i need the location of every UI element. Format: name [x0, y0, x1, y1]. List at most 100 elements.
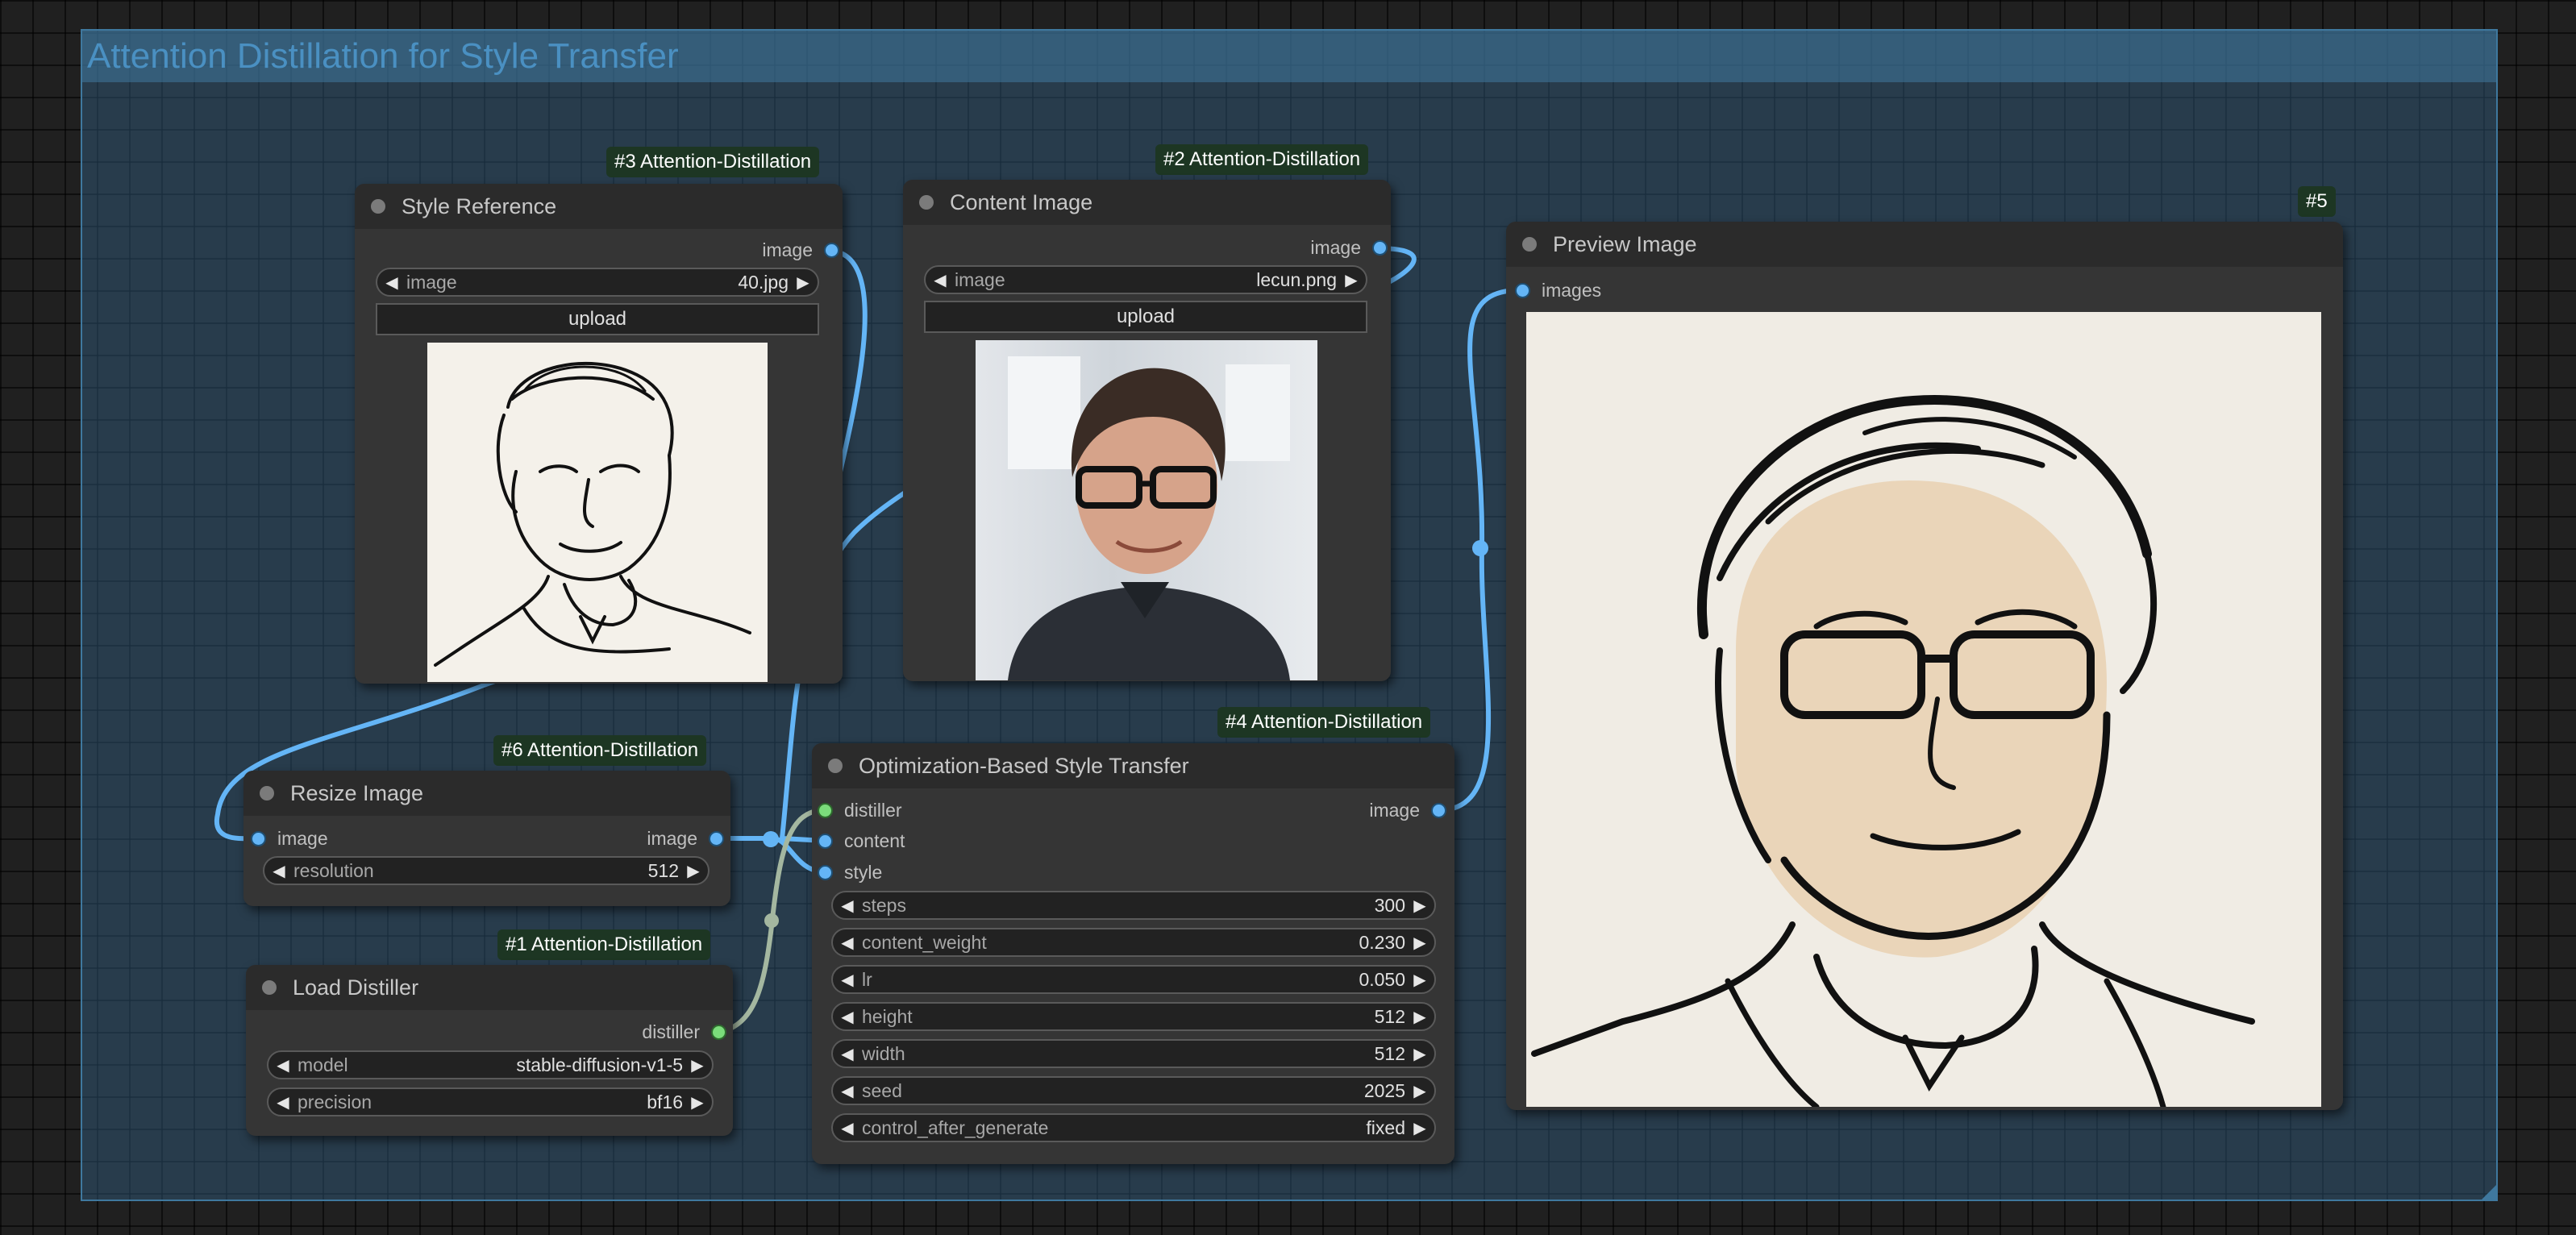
increment-arrow-icon[interactable]: ▶ [1405, 1007, 1434, 1027]
resolution-widget[interactable]: ◀ resolution 512 ▶ [263, 856, 710, 885]
steps-widget[interactable]: ◀ steps 300 ▶ [831, 891, 1436, 920]
image-combo[interactable]: ◀ image lecun.png ▶ [924, 265, 1367, 294]
collapse-dot[interactable] [828, 759, 843, 773]
decrement-arrow-icon[interactable]: ◀ [833, 1044, 862, 1064]
slot-label: distiller [642, 1021, 700, 1042]
node-title-bar[interactable]: Style Reference [355, 184, 843, 229]
decrement-arrow-icon[interactable]: ◀ [833, 896, 862, 916]
decrement-arrow-icon[interactable]: ◀ [926, 270, 955, 290]
upload-button[interactable]: upload [924, 301, 1367, 333]
seed-widget[interactable]: ◀ seed 2025 ▶ [831, 1076, 1436, 1105]
increment-arrow-icon[interactable]: ▶ [1405, 970, 1434, 990]
slot-dot[interactable] [818, 864, 833, 880]
graph-canvas[interactable]: Attention Distillation for Style Transfe… [0, 0, 2576, 1235]
slot-label: content [844, 830, 905, 851]
slot-dot[interactable] [711, 1024, 726, 1040]
group-title[interactable]: Attention Distillation for Style Transfe… [82, 31, 2496, 82]
collapse-dot[interactable] [1522, 237, 1537, 252]
widget-label: width [862, 1042, 905, 1064]
decrement-arrow-icon[interactable]: ◀ [833, 1007, 862, 1027]
widget-label: content_weight [862, 931, 987, 953]
node-badge-style-transfer: #4 Attention-Distillation [1217, 707, 1431, 738]
lr-widget[interactable]: ◀ lr 0.050 ▶ [831, 965, 1436, 994]
output-slot-image[interactable]: image [762, 238, 839, 262]
increment-arrow-icon[interactable]: ▶ [1405, 1044, 1434, 1064]
slot-dot[interactable] [818, 802, 833, 818]
decrement-arrow-icon[interactable]: ◀ [268, 1092, 298, 1112]
group-resize-handle[interactable] [2482, 1185, 2496, 1200]
model-combo[interactable]: ◀ model stable-diffusion-v1-5 ▶ [267, 1050, 714, 1079]
content-weight-widget[interactable]: ◀ content_weight 0.230 ▶ [831, 928, 1436, 957]
output-slot-image[interactable]: image [1310, 235, 1388, 260]
slot-dot[interactable] [251, 830, 266, 846]
image-combo[interactable]: ◀ image 40.jpg ▶ [376, 268, 819, 297]
output-slot-image[interactable]: image [1369, 798, 1446, 822]
widget-value: 512 [1374, 1042, 1405, 1064]
decrement-arrow-icon[interactable]: ◀ [833, 1081, 862, 1101]
node-badge-load-distiller: #1 Attention-Distillation [497, 929, 711, 960]
node-resize-image[interactable]: Resize Image image image ◀ resolution 51… [243, 771, 730, 906]
node-style-reference[interactable]: Style Reference image ◀ image 40.jpg ▶ u… [355, 184, 843, 684]
slot-label: image [647, 828, 697, 849]
upload-button[interactable]: upload [376, 303, 819, 335]
slot-dot[interactable] [1515, 282, 1530, 298]
input-slot-images[interactable]: images [1515, 278, 1601, 302]
slot-label: image [277, 828, 328, 849]
preview-output-image [1526, 312, 2321, 1107]
slot-label: image [762, 239, 813, 260]
node-title-bar[interactable]: Load Distiller [246, 965, 733, 1010]
input-slot-style[interactable]: style [818, 860, 882, 884]
output-slot-distiller[interactable]: distiller [642, 1020, 726, 1044]
increment-arrow-icon[interactable]: ▶ [789, 272, 818, 293]
decrement-arrow-icon[interactable]: ◀ [377, 272, 406, 293]
slot-dot[interactable] [818, 833, 833, 849]
control-after-generate-widget[interactable]: ◀ control_after_generate fixed ▶ [831, 1113, 1436, 1142]
slot-dot[interactable] [1372, 239, 1388, 256]
output-slot-image[interactable]: image [647, 826, 724, 850]
decrement-arrow-icon[interactable]: ◀ [833, 933, 862, 953]
node-title-bar[interactable]: Preview Image [1506, 222, 2343, 267]
stylized-portrait [1531, 395, 2255, 1107]
increment-arrow-icon[interactable]: ▶ [679, 861, 708, 881]
node-title-bar[interactable]: Content Image [903, 180, 1391, 225]
slot-dot[interactable] [824, 242, 839, 258]
increment-arrow-icon[interactable]: ▶ [1337, 270, 1366, 290]
input-slot-image[interactable]: image [251, 826, 328, 850]
collapse-dot[interactable] [262, 980, 277, 995]
decrement-arrow-icon[interactable]: ◀ [833, 1118, 862, 1138]
decrement-arrow-icon[interactable]: ◀ [264, 861, 293, 881]
increment-arrow-icon[interactable]: ▶ [683, 1055, 712, 1075]
node-style-transfer[interactable]: Optimization-Based Style Transfer distil… [812, 743, 1454, 1164]
collapse-dot[interactable] [919, 195, 934, 210]
height-widget[interactable]: ◀ height 512 ▶ [831, 1002, 1436, 1031]
widget-value: 0.230 [1359, 931, 1405, 953]
widget-label: image [955, 268, 1005, 290]
widget-label: resolution [293, 859, 374, 881]
widget-label: precision [298, 1091, 372, 1112]
input-slot-content[interactable]: content [818, 829, 905, 853]
increment-arrow-icon[interactable]: ▶ [1405, 1118, 1434, 1138]
slot-label: images [1542, 280, 1602, 301]
node-badge-preview-image: #5 [2298, 186, 2336, 217]
width-widget[interactable]: ◀ width 512 ▶ [831, 1039, 1436, 1068]
node-load-distiller[interactable]: Load Distiller distiller ◀ model stable-… [246, 965, 733, 1136]
slot-dot[interactable] [709, 830, 724, 846]
decrement-arrow-icon[interactable]: ◀ [833, 970, 862, 990]
increment-arrow-icon[interactable]: ▶ [1405, 933, 1434, 953]
increment-arrow-icon[interactable]: ▶ [1405, 896, 1434, 916]
collapse-dot[interactable] [371, 199, 385, 214]
node-title-bar[interactable]: Optimization-Based Style Transfer [812, 743, 1454, 788]
decrement-arrow-icon[interactable]: ◀ [268, 1055, 298, 1075]
widget-value: 2025 [1363, 1079, 1405, 1101]
precision-combo[interactable]: ◀ precision bf16 ▶ [267, 1087, 714, 1116]
collapse-dot[interactable] [260, 786, 274, 800]
increment-arrow-icon[interactable]: ▶ [683, 1092, 712, 1112]
node-title-bar[interactable]: Resize Image [243, 771, 730, 816]
node-content-image[interactable]: Content Image image ◀ image lecun.png ▶ … [903, 180, 1391, 681]
increment-arrow-icon[interactable]: ▶ [1405, 1081, 1434, 1101]
node-preview-image[interactable]: Preview Image images [1506, 222, 2343, 1110]
widget-value: fixed [1366, 1116, 1405, 1138]
input-slot-distiller[interactable]: distiller [818, 798, 902, 822]
widget-label: steps [862, 894, 906, 916]
slot-dot[interactable] [1431, 802, 1446, 818]
